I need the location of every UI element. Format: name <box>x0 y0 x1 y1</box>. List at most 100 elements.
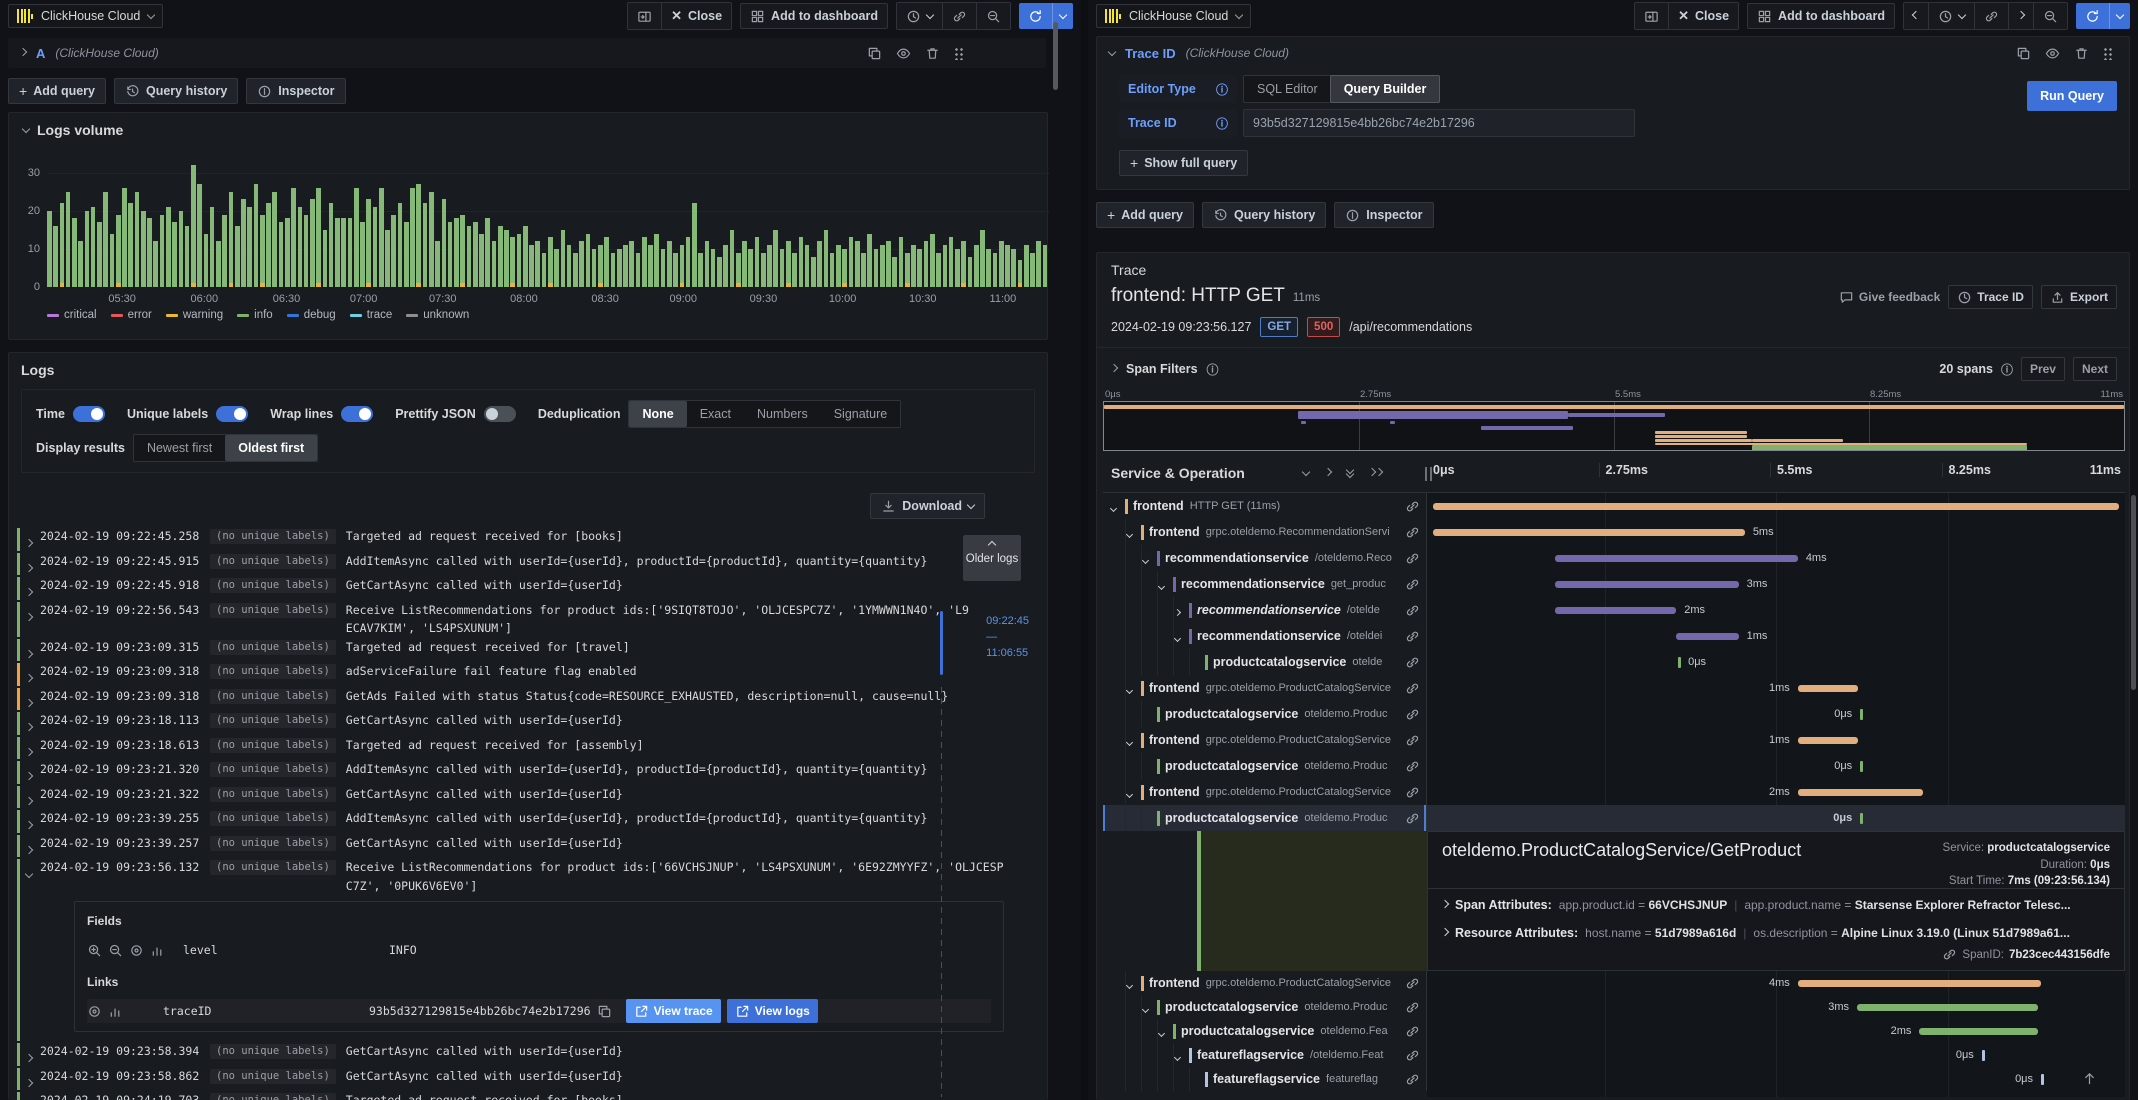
span-row[interactable]: frontend grpc.oteldemo.ProductCatalogServ… <box>1103 779 2125 805</box>
log-scrollbar[interactable] <box>940 611 943 675</box>
trace-minimap[interactable]: 0μs 2.75ms 5.5ms 8.25ms 11ms <box>1103 389 2125 451</box>
legend-item-critical[interactable]: critical <box>47 309 97 321</box>
add-to-dashboard-button[interactable]: Add to dashboard <box>1747 3 1895 29</box>
span-duration-bar[interactable] <box>1797 736 1859 744</box>
span-detail-card[interactable]: oteldemo.ProductCatalogService/GetProduc… <box>1427 831 2125 971</box>
chevron-down-icon[interactable] <box>1141 1000 1155 1015</box>
scroll-to-top-icon[interactable] <box>2082 1071 2097 1086</box>
chevron-down-icon[interactable] <box>1107 47 1117 56</box>
info-icon[interactable]: ⓘ <box>1216 81 1228 98</box>
log-row[interactable]: 2024-02-19 09:24:19.703 (no unique labels… <box>15 1091 973 1100</box>
trace-id-button[interactable]: Trace ID <box>1948 285 2033 309</box>
span-name-cell[interactable]: recommendationservice/oteldei <box>1103 623 1427 649</box>
drag-handle-icon[interactable] <box>954 46 964 60</box>
log-row[interactable]: 2024-02-19 09:22:56.543 (no unique labels… <box>15 601 973 638</box>
add-to-dashboard-button[interactable]: Add to dashboard <box>740 3 888 29</box>
toggle-unique-labels[interactable]: Unique labels <box>127 406 249 422</box>
stats-icon[interactable] <box>150 943 165 958</box>
legend-item-warning[interactable]: warning <box>165 309 223 321</box>
expand-one-icon[interactable] <box>1323 467 1333 477</box>
download-button[interactable]: Download <box>870 493 985 519</box>
span-name-cell[interactable]: recommendationservice get_produc <box>1103 571 1427 597</box>
unique-labels-toggle[interactable] <box>216 406 249 422</box>
span-link-icon[interactable] <box>1402 628 1420 644</box>
log-row[interactable]: 2024-02-19 09:23:58.394 (no unique labels… <box>15 1042 973 1067</box>
export-button[interactable]: Export <box>2040 285 2117 309</box>
span-link-icon[interactable] <box>1402 1047 1420 1063</box>
chevron-right-icon[interactable] <box>24 552 40 577</box>
tab-sql-editor[interactable]: SQL Editor <box>1244 76 1331 102</box>
chevron-right-icon[interactable] <box>1173 603 1187 618</box>
span-duration-bar[interactable] <box>1857 1003 2038 1011</box>
search-plus-icon[interactable] <box>87 943 102 958</box>
prettify-json-toggle[interactable] <box>483 406 516 422</box>
copy-icon[interactable] <box>597 1004 612 1019</box>
span-link-icon[interactable] <box>1402 999 1420 1015</box>
log-row[interactable]: 2024-02-19 09:23:58.862 (no unique labels… <box>15 1067 973 1092</box>
chevron-down-icon[interactable] <box>1125 525 1139 540</box>
datasource-picker[interactable]: ClickHouse Cloud <box>1096 4 1252 28</box>
view-trace-button[interactable]: View trace <box>625 999 721 1023</box>
span-row[interactable]: frontend HTTP GET (11ms) <box>1103 493 2125 519</box>
span-link-icon[interactable] <box>1402 602 1420 618</box>
order-oldest[interactable]: Oldest first <box>225 435 318 461</box>
span-duration-bar[interactable] <box>1797 684 1859 692</box>
span-link-icon[interactable] <box>1402 975 1420 991</box>
span-duration-bar[interactable] <box>1554 606 1677 614</box>
toggle-wrap-lines[interactable]: Wrap lines <box>270 406 374 422</box>
legend-item-trace[interactable]: trace <box>349 309 392 321</box>
chevron-right-icon[interactable] <box>24 1042 40 1067</box>
split-pane-button[interactable] <box>628 3 663 29</box>
add-query-button[interactable]: + Add query <box>1096 202 1194 228</box>
span-name-cell[interactable]: featureflagservice featureflag <box>1103 1067 1427 1091</box>
span-duration-bar[interactable] <box>1433 528 1745 536</box>
span-link-icon[interactable] <box>1402 758 1420 774</box>
dedup-none[interactable]: None <box>629 401 687 427</box>
span-link-icon[interactable] <box>1402 732 1420 748</box>
span-event-tick[interactable] <box>1860 812 1864 824</box>
span-row[interactable]: productcatalogservice oteldemo.Produc 0μs <box>1103 805 2125 831</box>
log-row[interactable]: 2024-02-19 09:22:45.258 (no unique labels… <box>15 527 973 552</box>
chevron-down-icon[interactable] <box>1125 733 1139 748</box>
field-row-level[interactable]: level INFO <box>87 939 991 963</box>
span-link-icon[interactable] <box>1402 654 1420 670</box>
span-link-icon[interactable] <box>1402 706 1420 722</box>
log-row[interactable]: 2024-02-19 09:23:18.613 (no unique labels… <box>15 736 973 761</box>
span-link-icon[interactable] <box>1402 550 1420 566</box>
log-row[interactable]: 2024-02-19 09:22:45.918 (no unique labels… <box>15 576 973 601</box>
span-name-cell[interactable]: frontend grpc.oteldemo.RecommendationServ… <box>1103 519 1427 545</box>
drag-handle-icon[interactable] <box>2103 46 2113 60</box>
resource-attributes-row[interactable]: Resource Attributes: host.name = 51d7989a… <box>1442 926 2110 940</box>
log-row[interactable]: 2024-02-19 09:23:21.322 (no unique labels… <box>15 785 973 810</box>
legend-item-info[interactable]: info <box>237 309 273 321</box>
share-link-button[interactable] <box>943 3 977 29</box>
split-pane-button[interactable] <box>1635 3 1670 29</box>
span-event-tick[interactable] <box>1678 656 1682 668</box>
add-query-button[interactable]: + Add query <box>8 78 106 104</box>
span-name-cell[interactable]: frontend HTTP GET (11ms) <box>1103 493 1427 519</box>
span-duration-bar[interactable] <box>1554 554 1798 562</box>
span-row[interactable]: recommendationservice/otelde 2ms <box>1103 597 2125 623</box>
chevron-right-icon[interactable] <box>24 576 40 601</box>
span-row[interactable]: productcatalogservice oteldemo.Produc 0μs <box>1103 753 2125 779</box>
query-row-header[interactable]: A (ClickHouse Cloud) <box>8 38 1046 68</box>
chevron-right-icon[interactable] <box>24 601 40 626</box>
time-toggle[interactable] <box>72 406 105 422</box>
next-button[interactable]: Next <box>2072 357 2117 381</box>
span-row[interactable]: frontend grpc.oteldemo.ProductCatalogServ… <box>1103 675 2125 701</box>
chevron-right-icon[interactable] <box>24 834 40 859</box>
span-name-cell[interactable]: featureflagservice/oteldemo.Feat <box>1103 1043 1427 1067</box>
target-icon[interactable] <box>129 943 144 958</box>
log-row[interactable]: 2024-02-19 09:23:56.132 (no unique labels… <box>15 858 1004 1042</box>
span-id[interactable]: SpanID: 7b23cec443156dfe <box>1942 947 2110 962</box>
pane-scrollbar[interactable] <box>2131 495 2136 690</box>
span-row[interactable]: productcatalogservice oteldemo.Fea 2ms <box>1103 1019 2125 1043</box>
span-link-icon[interactable] <box>1402 1023 1420 1039</box>
span-duration-bar[interactable] <box>1797 788 1923 796</box>
close-split-button[interactable]: ✕ Close <box>1669 3 1739 29</box>
chevron-right-icon[interactable] <box>24 687 40 712</box>
collapse-one-icon[interactable] <box>1301 467 1311 477</box>
logs-volume-chart[interactable]: 0 10 20 30 05:30 06:00 06:30 07:00 07:30 08:00 08:… <box>28 165 1049 305</box>
log-row[interactable]: 2024-02-19 09:23:09.315 (no unique labels… <box>15 638 973 663</box>
span-attributes-row[interactable]: Span Attributes: app.product.id = 66VCHSJ… <box>1442 898 2110 912</box>
